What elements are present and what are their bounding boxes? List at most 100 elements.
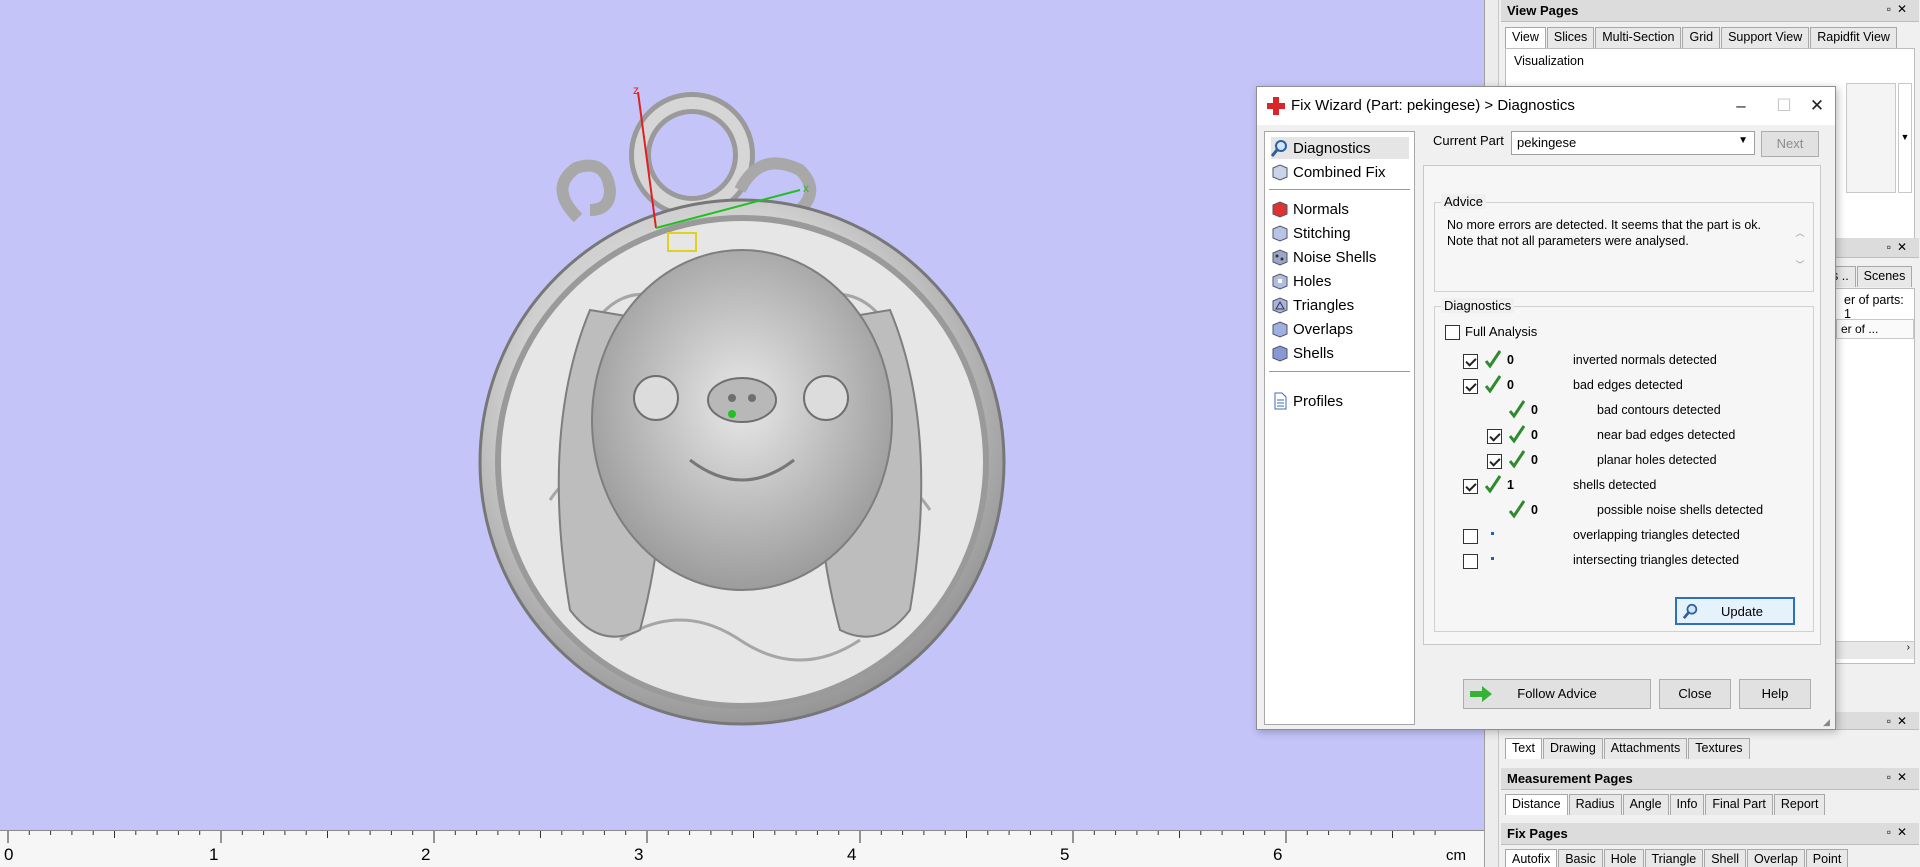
full-analysis-checkbox[interactable] [1445, 325, 1460, 340]
resize-grip-icon[interactable]: ◢ [1823, 717, 1833, 727]
diagnostic-row: 1 shells detected [1435, 475, 1805, 497]
fix-pages-buttons[interactable]: ▫✕ [1887, 825, 1913, 839]
status-dot-icon [1491, 557, 1494, 560]
tab-attachments[interactable]: Attachments [1603, 738, 1688, 759]
tab-basic[interactable]: Basic [1558, 849, 1603, 867]
fix-pages-tabs: Autofix Basic Hole Triangle Shell Overla… [1505, 849, 1849, 867]
tab-textures[interactable]: Textures [1688, 738, 1750, 759]
measurement-pages-buttons[interactable]: ▫✕ [1887, 770, 1913, 784]
follow-advice-button[interactable]: Follow Advice [1463, 679, 1651, 709]
diagnostic-row: 0 planar holes detected [1435, 450, 1805, 472]
measurement-pages-tabs: Distance Radius Angle Info Final Part Re… [1505, 794, 1826, 815]
tab-support-view[interactable]: Support View [1721, 27, 1810, 48]
diagnostic-row: overlapping triangles detected [1435, 527, 1805, 547]
ruler-label-5: 5 [1060, 845, 1070, 864]
green-check-icon [1484, 375, 1502, 395]
nav-noise-shells[interactable]: Noise Shells [1271, 246, 1409, 268]
nav-label: Diagnostics [1293, 139, 1371, 157]
number-of-parts: er of parts: 1 [1844, 293, 1904, 321]
tab-info[interactable]: Info [1669, 794, 1705, 815]
update-button[interactable]: Update [1675, 597, 1795, 625]
fix-pages-title-bar: Fix Pages ▫✕ [1501, 823, 1919, 845]
diagnostic-checkbox[interactable] [1463, 554, 1478, 569]
parts-column-header[interactable]: er of ... [1836, 319, 1914, 339]
parts-pane-buttons[interactable]: ▫✕ [1887, 240, 1913, 254]
overlaps-cube-icon [1272, 321, 1288, 338]
diagnostic-row: 0 near bad edges detected [1435, 425, 1805, 447]
minimize-icon[interactable]: – [1727, 95, 1755, 117]
close-button[interactable]: Close [1659, 679, 1731, 709]
tab-slices[interactable]: Slices [1546, 27, 1595, 48]
pendant-model[interactable]: z x [470, 80, 1030, 740]
tab-rapidfit-view[interactable]: Rapidfit View [1810, 27, 1897, 48]
tab-multi-section[interactable]: Multi-Section [1595, 27, 1682, 48]
diagnostic-text: planar holes detected [1597, 453, 1717, 467]
advice-group: Advice No more errors are detected. It s… [1434, 194, 1814, 292]
diagnostic-text: bad contours detected [1597, 403, 1721, 417]
maximize-icon: ☐ [1776, 96, 1792, 115]
diagnostic-checkbox[interactable] [1463, 479, 1478, 494]
visualization-preview [1846, 83, 1896, 193]
tab-autofix[interactable]: Autofix [1505, 849, 1558, 867]
tab-angle[interactable]: Angle [1622, 794, 1669, 815]
nav-profiles[interactable]: Profiles [1271, 390, 1409, 412]
advice-scrollbar[interactable]: ︿ ﹀ [1793, 217, 1807, 281]
nav-diagnostics[interactable]: Diagnostics [1271, 137, 1409, 159]
tab-final-part[interactable]: Final Part [1705, 794, 1773, 815]
text-pages-buttons[interactable]: ▫✕ [1887, 714, 1913, 728]
preview-scroll-arrow-icon[interactable]: ▼ [1898, 83, 1912, 193]
magnifier-icon [1683, 603, 1698, 619]
tab-scenes[interactable]: Scenes [1856, 266, 1913, 287]
diagnostic-checkbox[interactable] [1463, 529, 1478, 544]
green-check-icon [1484, 350, 1502, 370]
pane-buttons[interactable]: ▫✕ [1887, 2, 1913, 16]
close-icon[interactable]: ✕ [1803, 95, 1831, 117]
tab-radius[interactable]: Radius [1568, 794, 1622, 815]
nav-separator [1269, 371, 1410, 372]
nav-combined-fix[interactable]: Combined Fix [1271, 161, 1409, 183]
diagnostic-checkbox[interactable] [1463, 379, 1478, 394]
nav-stitching[interactable]: Stitching [1271, 222, 1409, 244]
diagnostic-count: 1 [1507, 478, 1514, 492]
nav-shells[interactable]: Shells [1271, 342, 1409, 364]
diagnostic-text: intersecting triangles detected [1573, 553, 1740, 567]
diagnostic-checkbox[interactable] [1463, 354, 1478, 369]
normals-cube-icon [1272, 201, 1288, 218]
next-button[interactable]: Next [1761, 131, 1819, 157]
tab-point[interactable]: Point [1805, 849, 1849, 867]
current-part-select[interactable]: pekingese ▼ [1511, 131, 1755, 155]
tab-view[interactable]: View [1505, 27, 1546, 48]
nav-normals[interactable]: Normals [1271, 198, 1409, 220]
tab-drawing[interactable]: Drawing [1542, 738, 1603, 759]
green-check-icon [1508, 425, 1526, 445]
nav-separator [1269, 189, 1410, 190]
tab-hole[interactable]: Hole [1603, 849, 1644, 867]
nav-label: Noise Shells [1293, 248, 1377, 266]
ruler: 0 1 2 3 4 5 6 cm [0, 830, 1484, 867]
tab-report[interactable]: Report [1773, 794, 1826, 815]
tab-grid[interactable]: Grid [1682, 27, 1721, 48]
green-arrow-icon [1470, 686, 1492, 702]
triangles-cube-icon [1272, 297, 1288, 314]
tab-overlap[interactable]: Overlap [1747, 849, 1805, 867]
scroll-right-icon[interactable]: › [1836, 641, 1914, 659]
ruler-unit: cm [1446, 847, 1466, 864]
nav-holes[interactable]: Holes [1271, 270, 1409, 292]
fix-pages-title: Fix Pages [1507, 826, 1568, 841]
dialog-title-bar[interactable]: Fix Wizard (Part: pekingese) > Diagnosti… [1257, 87, 1835, 125]
full-analysis-row[interactable]: Full Analysis [1445, 323, 1645, 343]
diagnostic-count: 0 [1531, 403, 1538, 417]
tab-distance[interactable]: Distance [1505, 794, 1568, 815]
help-button[interactable]: Help [1739, 679, 1811, 709]
diagnostic-checkbox[interactable] [1487, 454, 1502, 469]
diagnostic-text: bad edges detected [1573, 378, 1683, 392]
diagnostic-text: overlapping triangles detected [1573, 528, 1740, 542]
diagnostic-checkbox[interactable] [1487, 429, 1502, 444]
green-check-icon [1484, 475, 1502, 495]
nav-overlaps[interactable]: Overlaps [1271, 318, 1409, 340]
tab-triangle[interactable]: Triangle [1644, 849, 1704, 867]
nav-triangles[interactable]: Triangles [1271, 294, 1409, 316]
tab-shell[interactable]: Shell [1704, 849, 1747, 867]
update-label: Update [1721, 604, 1763, 619]
tab-text[interactable]: Text [1505, 738, 1542, 759]
